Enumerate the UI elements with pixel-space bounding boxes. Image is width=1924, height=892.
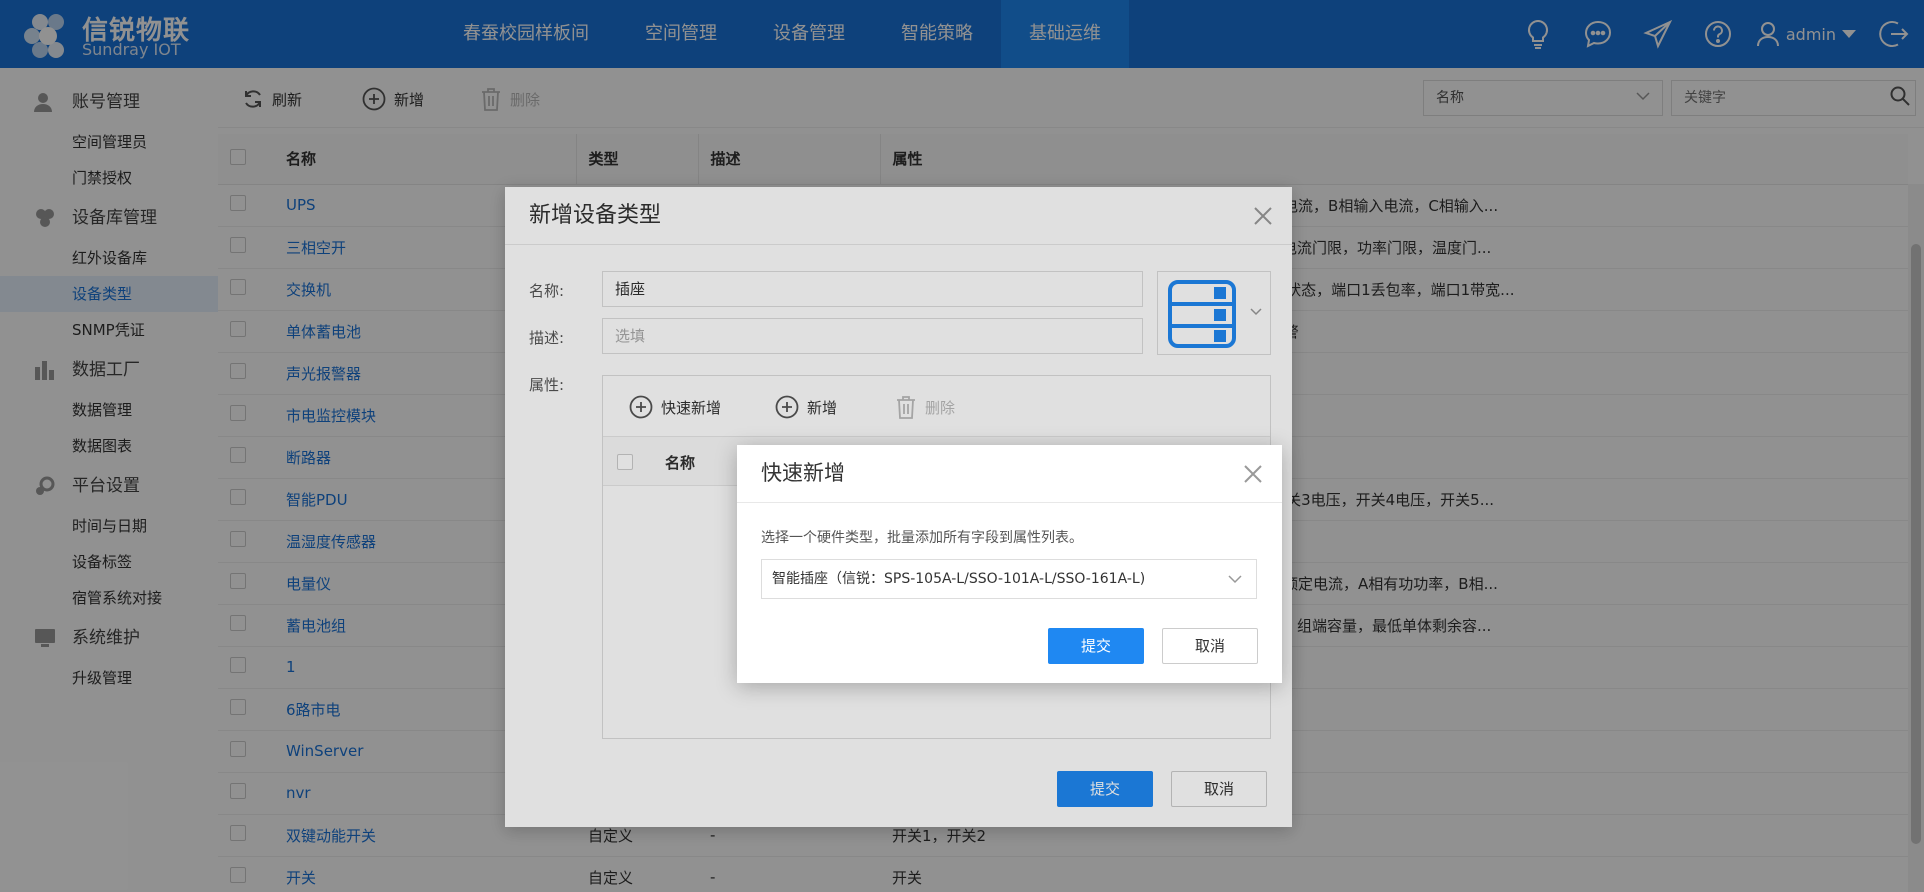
quick-submit-button[interactable]: 提交 — [1048, 628, 1144, 664]
close-icon[interactable] — [1242, 463, 1264, 485]
quick-dialog-title: 快速新增 — [737, 445, 1282, 503]
quick-add-dialog: 快速新增 选择一个硬件类型，批量添加所有字段到属性列表。 智能插座（信锐：SPS… — [737, 445, 1282, 683]
hardware-type-select[interactable]: 智能插座（信锐：SPS-105A-L/SSO-101A-L/SSO-161A-L… — [761, 559, 1257, 599]
quick-cancel-button[interactable]: 取消 — [1162, 628, 1258, 664]
chevron-down-icon — [1228, 575, 1242, 584]
quick-dialog-title-text: 快速新增 — [761, 461, 845, 485]
quick-add-hint: 选择一个硬件类型，批量添加所有字段到属性列表。 — [761, 530, 1083, 546]
hardware-type-value: 智能插座（信锐：SPS-105A-L/SSO-101A-L/SSO-161A-L… — [772, 571, 1146, 587]
